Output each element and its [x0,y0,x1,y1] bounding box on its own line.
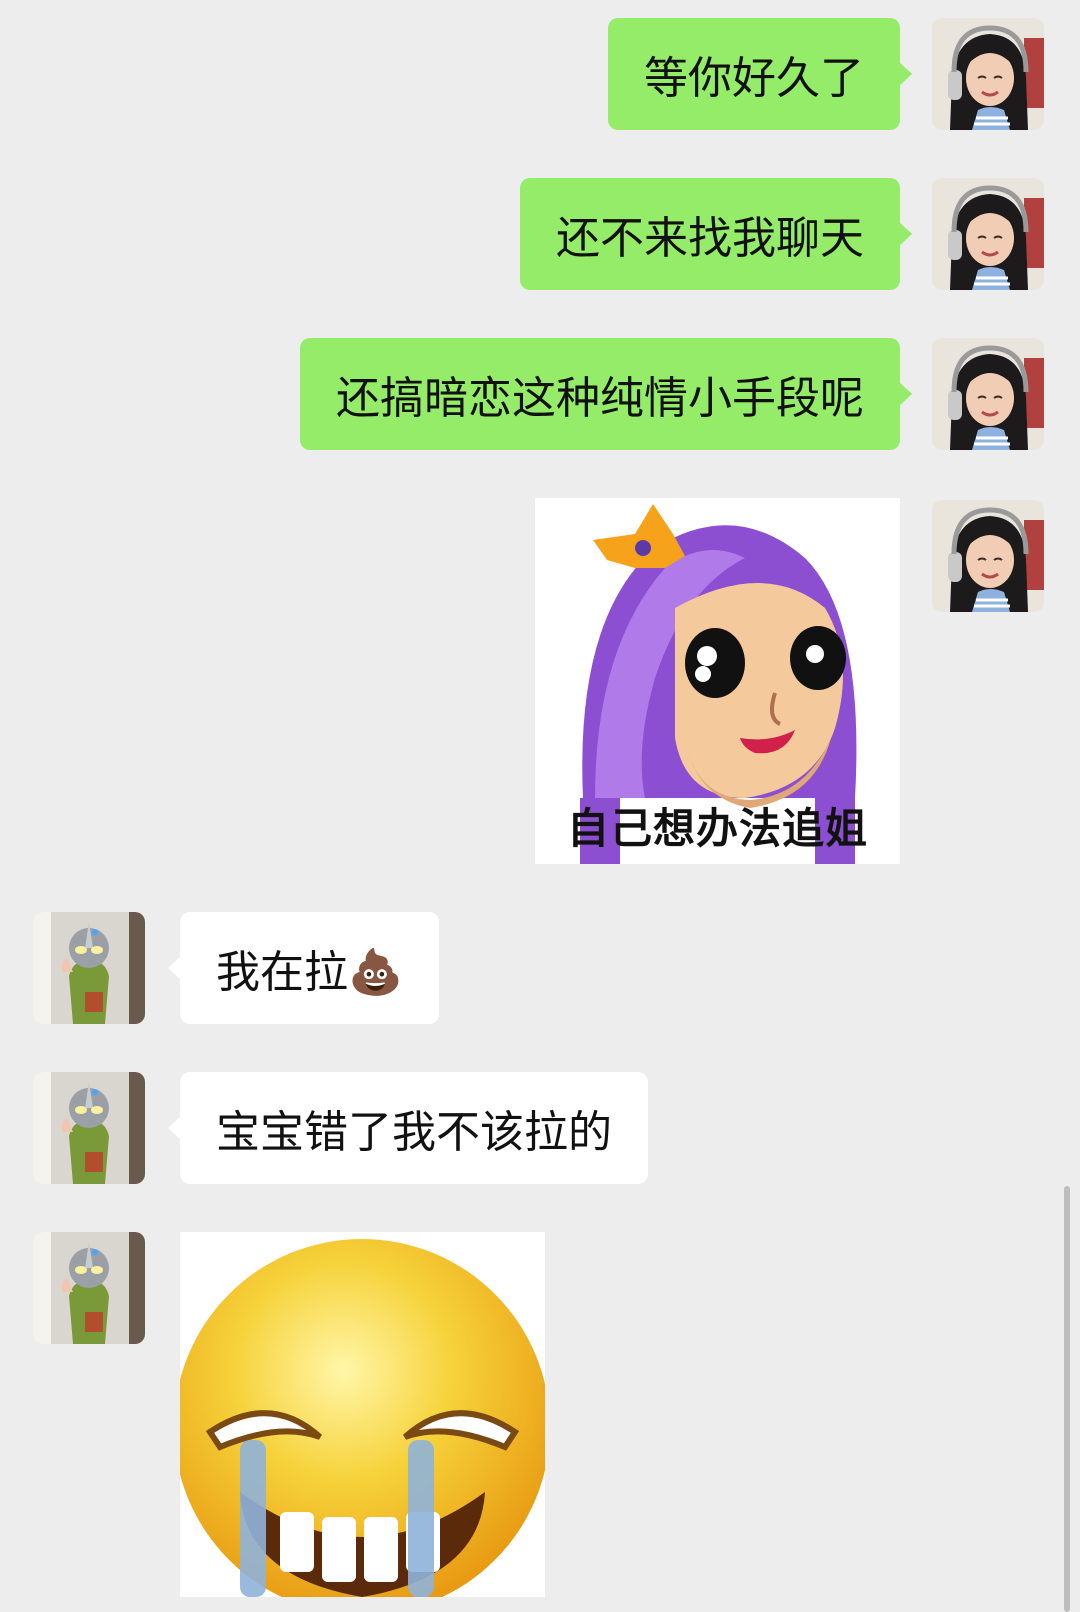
outgoing-message-bubble[interactable]: 还不来找我聊天 [520,178,912,290]
outgoing-message-bubble[interactable]: 还搞暗恋这种纯情小手段呢 [300,338,912,450]
purple-hair-girl-sticker[interactable]: 自己想办法追姐 [535,498,900,864]
sender-avatar[interactable] [932,338,1044,450]
receiver-avatar[interactable] [33,912,145,1024]
crying-laughing-emoji-sticker[interactable] [180,1232,545,1597]
incoming-message-bubble[interactable]: 宝宝错了我不该拉的 [168,1072,648,1184]
receiver-avatar[interactable] [33,1232,145,1344]
girl-avatar-icon [932,178,1044,290]
ultraman-avatar-icon [33,1232,145,1344]
girl-avatar-icon [932,338,1044,450]
sticker-caption: 自己想办法追姐 [566,804,868,853]
receiver-avatar[interactable] [33,1072,145,1184]
message-text: 还搞暗恋这种纯情小手段呢 [336,373,864,424]
message-text: 我在拉💩 [216,947,403,998]
message-text: 还不来找我聊天 [556,213,864,264]
crying-laughing-emoji-icon [180,1239,545,1597]
scrollbar[interactable] [1064,1186,1070,1612]
sender-avatar[interactable] [932,178,1044,290]
message-text: 等你好久了 [644,53,864,104]
ultraman-avatar-icon [33,1072,145,1184]
ultraman-avatar-icon [33,912,145,1024]
incoming-message-bubble[interactable]: 我在拉💩 [168,912,439,1024]
message-text: 宝宝错了我不该拉的 [216,1107,612,1158]
outgoing-message-bubble[interactable]: 等你好久了 [608,18,912,130]
sender-avatar[interactable] [932,18,1044,130]
girl-avatar-icon [932,500,1044,612]
girl-avatar-icon [932,18,1044,130]
sender-avatar[interactable] [932,500,1044,612]
